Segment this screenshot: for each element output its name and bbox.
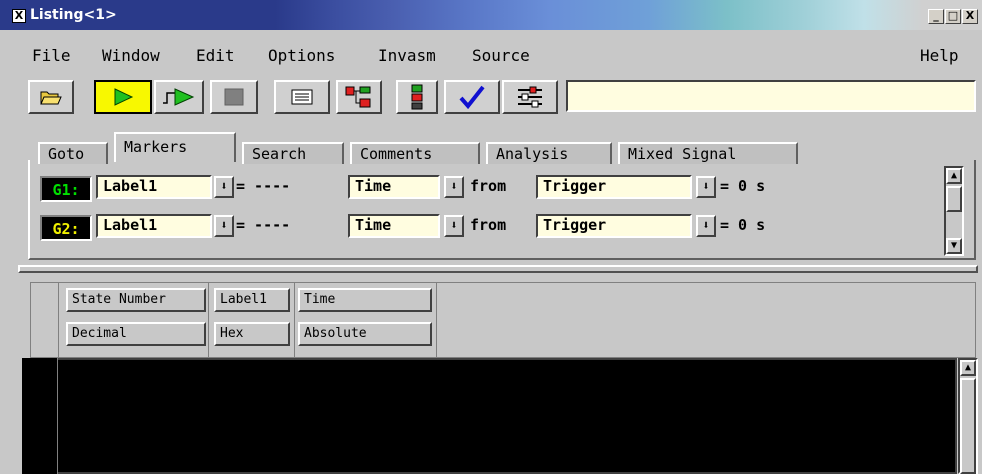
header-separator: [436, 282, 437, 358]
listing-data-area[interactable]: [22, 358, 957, 474]
window-icon[interactable]: X: [12, 9, 26, 23]
check-button[interactable]: [444, 80, 500, 114]
open-button[interactable]: [28, 80, 74, 114]
title-bar[interactable]: X Listing<1> _ □ X: [0, 0, 982, 30]
toolbar-input[interactable]: [566, 80, 976, 112]
marker-g2-mode-field[interactable]: Time: [348, 214, 440, 238]
menu-edit[interactable]: Edit: [196, 46, 235, 65]
marker-g2-reference-field[interactable]: Trigger: [536, 214, 692, 238]
close-button[interactable]: X: [962, 9, 978, 24]
marker-g2-mode-dropdown[interactable]: ⬇: [444, 215, 464, 237]
marker-g2-from-text: from: [470, 216, 507, 234]
module-button[interactable]: [396, 80, 438, 114]
marker-g1-label-dropdown[interactable]: ⬇: [214, 176, 234, 198]
menu-help[interactable]: Help: [920, 46, 959, 65]
marker-g2-label-field[interactable]: Label1: [96, 214, 212, 238]
header-separator: [208, 282, 209, 358]
marker-g1-mode-dropdown[interactable]: ⬇: [444, 176, 464, 198]
tab-comments[interactable]: Comments: [350, 142, 480, 164]
scroll-up-icon[interactable]: ▲: [960, 360, 976, 376]
minimize-button[interactable]: _: [928, 9, 944, 24]
menu-options[interactable]: Options: [268, 46, 335, 65]
menu-file[interactable]: File: [32, 46, 71, 65]
scroll-thumb[interactable]: [960, 378, 976, 474]
chevron-down-icon: ⬇: [702, 179, 710, 193]
run-repetitive-button[interactable]: [154, 80, 204, 114]
marker-g1-result: = 0 s: [720, 177, 766, 195]
marker-g1-label-field[interactable]: Label1: [96, 175, 212, 199]
marker-g1-value: = ----: [236, 177, 291, 195]
maximize-button[interactable]: □: [945, 9, 961, 24]
column-time-base[interactable]: Absolute: [298, 322, 432, 346]
column-label1-title[interactable]: Label1: [214, 288, 290, 312]
marker-g2-reference-dropdown[interactable]: ⬇: [696, 215, 716, 237]
settings-button[interactable]: [502, 80, 558, 114]
window-title: Listing<1>: [30, 7, 117, 23]
marker-g1-from-text: from: [470, 177, 507, 195]
menu-source[interactable]: Source: [472, 46, 530, 65]
tab-analysis[interactable]: Analysis: [486, 142, 612, 164]
menu-invasm[interactable]: Invasm: [378, 46, 436, 65]
marker-g1-reference-dropdown[interactable]: ⬇: [696, 176, 716, 198]
hierarchy-button[interactable]: [336, 80, 382, 114]
header-separator: [294, 282, 295, 358]
tab-mixed-signal[interactable]: Mixed Signal: [618, 142, 798, 164]
run-single-button[interactable]: [94, 80, 152, 114]
menu-window[interactable]: Window: [102, 46, 160, 65]
pane-divider[interactable]: [18, 265, 978, 273]
chevron-down-icon: ⬇: [702, 218, 710, 232]
column-time-title[interactable]: Time: [298, 288, 432, 312]
tab-goto[interactable]: Goto: [38, 142, 108, 164]
marker-g1-reference-field[interactable]: Trigger: [536, 175, 692, 199]
chevron-down-icon: ⬇: [450, 179, 458, 193]
marker-g1-mode-field[interactable]: Time: [348, 175, 440, 199]
chevron-down-icon: ⬇: [220, 179, 228, 193]
marker-g1-label[interactable]: G1:: [40, 176, 92, 202]
chevron-down-icon: ⬇: [450, 218, 458, 232]
column-state-number-base[interactable]: Decimal: [66, 322, 206, 346]
marker-g2-result: = 0 s: [720, 216, 766, 234]
header-separator: [58, 282, 59, 358]
scroll-up-icon[interactable]: ▲: [946, 168, 962, 184]
scroll-down-icon[interactable]: ▼: [946, 238, 962, 254]
marker-g2-label[interactable]: G2:: [40, 215, 92, 241]
scroll-thumb[interactable]: [946, 186, 962, 212]
tab-search[interactable]: Search: [242, 142, 344, 164]
marker-g2-value: = ----: [236, 216, 291, 234]
chevron-down-icon: ⬇: [220, 218, 228, 232]
listing-gutter: [22, 358, 58, 474]
stop-button[interactable]: [210, 80, 258, 114]
column-state-number-title[interactable]: State Number: [66, 288, 206, 312]
tab-markers[interactable]: Markers: [114, 132, 236, 162]
column-label1-base[interactable]: Hex: [214, 322, 290, 346]
marker-g2-label-dropdown[interactable]: ⬇: [214, 215, 234, 237]
listing-button[interactable]: [274, 80, 330, 114]
